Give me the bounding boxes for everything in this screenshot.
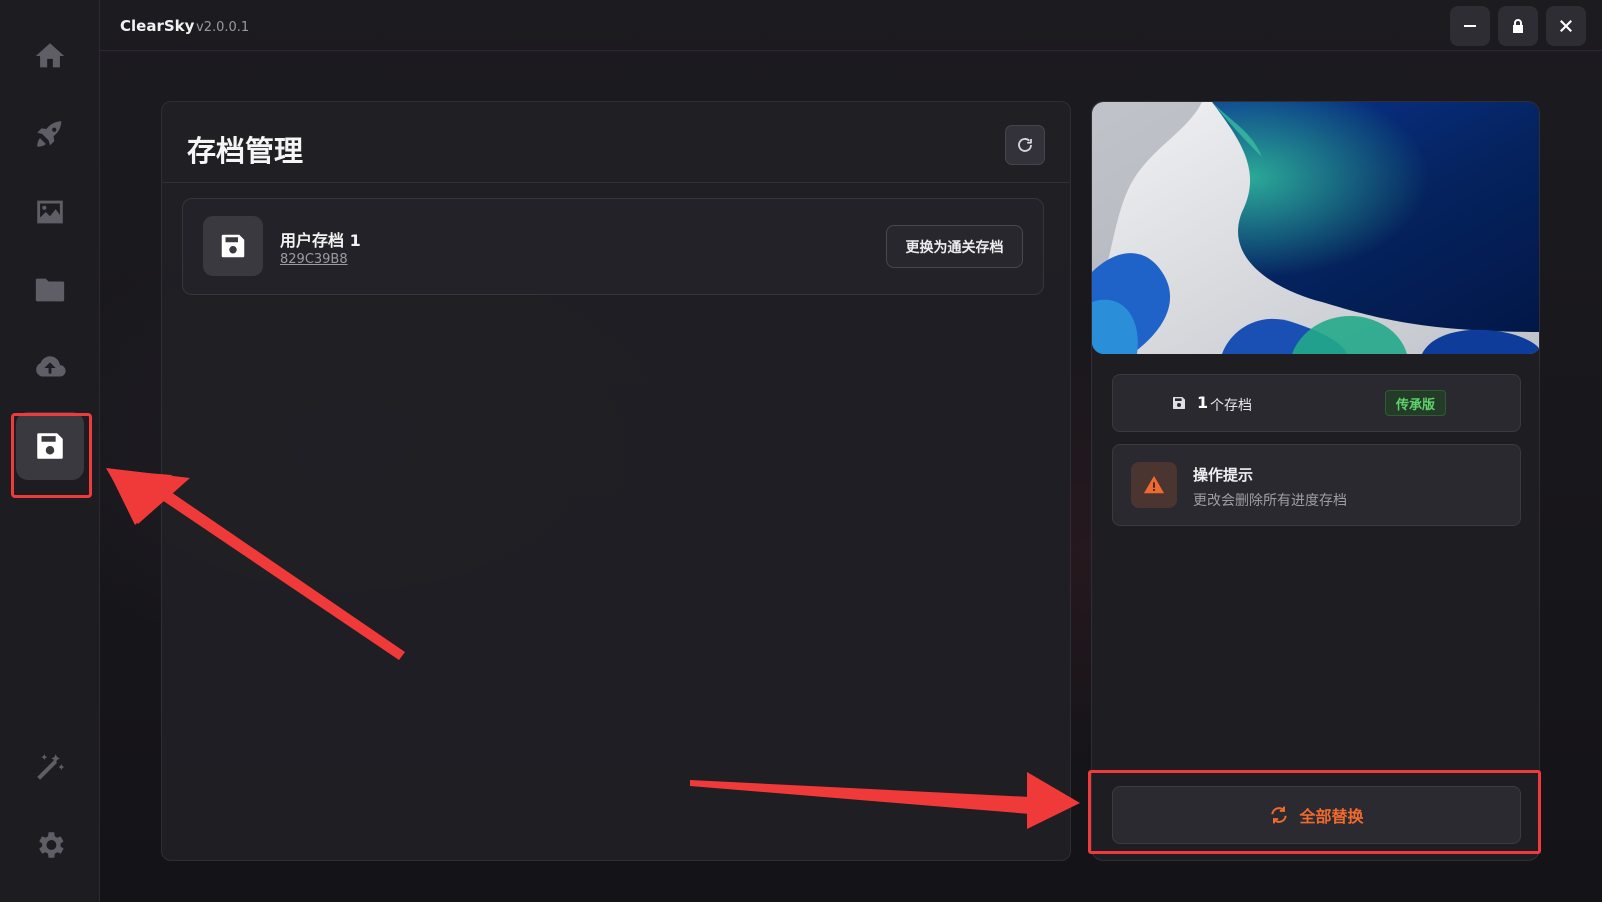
refresh-icon (1018, 138, 1032, 152)
sidebar-item-tools[interactable] (16, 733, 84, 801)
app-name: ClearSky (120, 17, 195, 35)
page-title: 存档管理 (187, 134, 304, 168)
save-list-item[interactable]: 用户存档 1 829C39B8 更换为通关存档 (182, 198, 1044, 295)
save-count-number: 1 (1197, 393, 1209, 412)
save-management-panel: 存档管理 用户存档 1 829C39B8 更换为通关存档 (161, 101, 1071, 861)
magic-wand-icon (37, 754, 65, 780)
close-icon (1560, 20, 1572, 32)
sidebar-item-settings[interactable] (16, 811, 84, 879)
replace-all-highlight-box (1088, 770, 1541, 854)
close-button[interactable] (1546, 6, 1586, 46)
image-icon (37, 200, 63, 224)
edition-badge: 传承版 (1385, 390, 1447, 416)
save-item-icon-box (203, 216, 263, 276)
home-icon (35, 43, 65, 68)
warning-icon-box (1131, 462, 1177, 508)
info-panel: 1 个存档 传承版 操作提示 更改会删除所有进度存档 全部替换 (1091, 101, 1540, 861)
rocket-icon (37, 121, 62, 147)
save-small-icon (1171, 395, 1187, 411)
sidebar-item-gallery[interactable] (16, 178, 84, 246)
gear-icon (39, 832, 64, 858)
operation-tip-card: 操作提示 更改会删除所有进度存档 (1112, 444, 1521, 526)
refresh-button[interactable] (1005, 125, 1045, 165)
save-name: 用户存档 1 (280, 231, 361, 250)
save-count-card: 1 个存档 传承版 (1112, 374, 1521, 432)
sidebar-item-home[interactable] (16, 22, 84, 90)
sidebar-item-files[interactable] (16, 256, 84, 324)
minimize-icon (1464, 25, 1476, 27)
sidebar-item-launch[interactable] (16, 100, 84, 168)
save-id-link[interactable]: 829C39B8 (280, 252, 348, 267)
wallpaper-image (1092, 102, 1539, 354)
sidebar-item-cloud[interactable] (16, 334, 84, 402)
folder-icon (35, 278, 65, 302)
lock-icon (1513, 19, 1523, 33)
save-count-label: 个存档 (1210, 398, 1252, 414)
cloud-upload-icon (36, 356, 66, 377)
save-icon (221, 234, 245, 258)
sidebar-highlight-box (11, 413, 92, 498)
title-bar: ClearSky v2.0.0.1 (100, 0, 1602, 51)
panel-divider (162, 182, 1070, 183)
minimize-button[interactable] (1450, 6, 1490, 46)
app-version: v2.0.0.1 (196, 20, 250, 35)
replace-with-completed-save-button[interactable]: 更换为通关存档 (886, 225, 1023, 268)
lock-button[interactable] (1498, 6, 1538, 46)
tip-title: 操作提示 (1193, 466, 1254, 484)
warning-icon (1143, 475, 1165, 494)
tip-text: 更改会删除所有进度存档 (1193, 493, 1347, 509)
